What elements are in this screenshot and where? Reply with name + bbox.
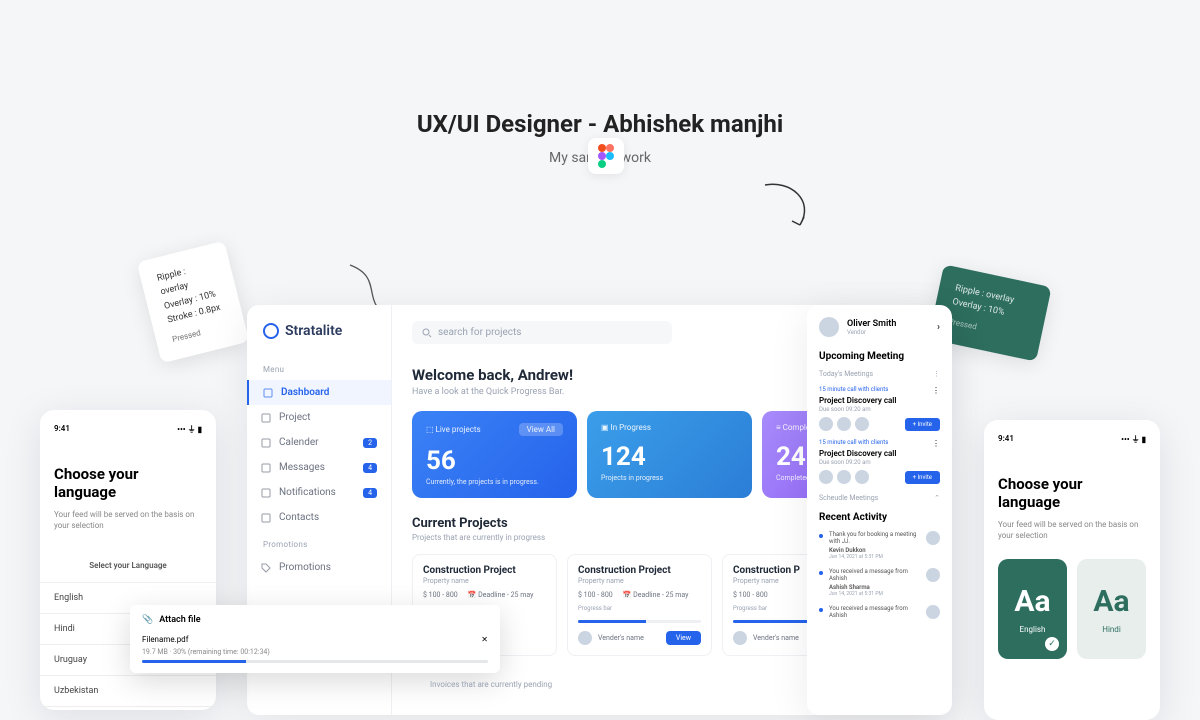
close-icon[interactable]: ✕ xyxy=(481,635,488,644)
upload-progress-text: 19.7 MB · 30% (remaining time: 00:12:34) xyxy=(142,648,488,656)
avatar xyxy=(926,531,940,545)
avatar xyxy=(819,317,839,337)
clock: 9:41 xyxy=(54,424,70,435)
brand-name: Stratalite xyxy=(285,323,342,339)
sidebar-item-label: Promotions xyxy=(279,562,331,573)
language-option[interactable]: Uzbekistan xyxy=(40,676,216,707)
section-title: Current Projects xyxy=(412,516,545,531)
avatar xyxy=(819,417,833,431)
menu-label: Promotions xyxy=(247,530,391,555)
clock: 9:41 xyxy=(998,434,1014,445)
figma-logo xyxy=(588,138,624,174)
right-panel: Oliver Smith Vendor › Upcoming Meeting T… xyxy=(807,305,952,715)
doodle-arrow-icon xyxy=(760,180,830,240)
more-icon[interactable]: ⋮ xyxy=(933,370,940,378)
avatar xyxy=(837,470,851,484)
phone-icon xyxy=(261,513,271,523)
sidebar-item-notifications[interactable]: Notifications4 xyxy=(247,480,391,505)
page-title: UX/UI Designer - Abhishek manjhi xyxy=(0,110,1200,138)
user-role: Vendor xyxy=(847,329,896,336)
paperclip-icon: 📎 xyxy=(142,615,153,625)
section-title: Upcoming Meeting xyxy=(819,351,940,362)
subheading: Your feed will be served on the basis on… xyxy=(54,509,202,531)
invoice-sub: Invoices that are currently pending xyxy=(430,680,552,689)
user-name: Oliver Smith xyxy=(847,319,896,329)
language-tile[interactable]: AaEnglish✓ xyxy=(998,559,1067,659)
check-icon: ✓ xyxy=(1045,637,1059,651)
chevron-right-icon[interactable]: › xyxy=(937,322,940,333)
status-icons: ••• ⏚ ▮ xyxy=(177,424,202,435)
avatar xyxy=(733,631,747,645)
invite-button[interactable]: + Invite xyxy=(905,471,940,484)
heading: Choose your language xyxy=(998,475,1146,511)
badge: 2 xyxy=(363,438,377,448)
label[interactable]: Scheudle Meetings xyxy=(819,494,878,502)
avatar xyxy=(855,470,869,484)
heading: Choose your language xyxy=(54,465,202,501)
grid-icon xyxy=(263,388,273,398)
sidebar-item-dashboard[interactable]: Dashboard xyxy=(247,380,391,405)
language-tile[interactable]: AaHindi xyxy=(1077,559,1146,659)
status-icons: ••• ⏚ ▮ xyxy=(1121,434,1146,445)
activity-item: Thank you for booking a meeting with JJ.… xyxy=(819,531,940,560)
chevron-up-icon[interactable]: ⌃ xyxy=(934,494,940,502)
filename: Filename.pdf xyxy=(142,635,188,644)
more-icon[interactable]: ⋮ xyxy=(932,386,940,395)
stat-card[interactable]: ⬚ Live projectsView All56Currently, the … xyxy=(412,411,577,498)
view-button[interactable]: View xyxy=(666,631,701,645)
popup-title: Attach file xyxy=(159,615,200,625)
search-placeholder: search for projects xyxy=(438,327,521,338)
subheading: Your feed will be served on the basis on… xyxy=(998,519,1146,541)
statusbar: 9:41 ••• ⏚ ▮ xyxy=(54,424,202,435)
statusbar: 9:41 ••• ⏚ ▮ xyxy=(998,434,1146,445)
progress-bar xyxy=(142,660,488,663)
chat-icon xyxy=(261,463,271,473)
user-card[interactable]: Oliver Smith Vendor › xyxy=(819,317,940,337)
sidebar-item-project[interactable]: Project xyxy=(247,405,391,430)
sidebar-item-promotions[interactable]: Promotions xyxy=(247,555,391,580)
avatar xyxy=(855,417,869,431)
menu-label: Menu xyxy=(247,355,391,380)
section-sub: Projects that are currently in progress xyxy=(412,533,545,542)
tag-icon xyxy=(261,563,271,573)
stat-value: 124 xyxy=(601,442,738,472)
activity-item: You received a message from AshishAshish… xyxy=(819,568,940,597)
bell-icon xyxy=(261,488,271,498)
brand-logo-icon xyxy=(263,323,279,339)
badge: 4 xyxy=(363,488,377,498)
badge: 4 xyxy=(363,463,377,473)
meeting-item: 15 minute call with clients⋮Project Disc… xyxy=(819,386,940,431)
calendar-icon xyxy=(261,438,271,448)
meeting-item: 15 minute call with clients⋮Project Disc… xyxy=(819,439,940,484)
annotation-card: Ripple : overlay Overlay : 10% Stroke : … xyxy=(137,241,250,364)
attach-file-popup: 📎 Attach file Filename.pdf ✕ 19.7 MB · 30… xyxy=(130,605,500,673)
select-language-label: Select your Language xyxy=(54,561,202,570)
search-input[interactable]: search for projects xyxy=(412,321,672,344)
more-icon[interactable]: ⋮ xyxy=(932,439,940,448)
sidebar-item-contacts[interactable]: Contacts xyxy=(247,505,391,530)
avatar xyxy=(578,631,592,645)
folder-icon xyxy=(261,413,271,423)
sidebar-item-calender[interactable]: Calender2 xyxy=(247,430,391,455)
avatar xyxy=(837,417,851,431)
invite-button[interactable]: + Invite xyxy=(905,418,940,431)
avatar xyxy=(926,605,940,619)
search-icon xyxy=(422,328,432,338)
avatar xyxy=(926,568,940,582)
sidebar-item-messages[interactable]: Messages4 xyxy=(247,455,391,480)
mobile-screen-languages-tiles: 9:41 ••• ⏚ ▮ Choose your language Your f… xyxy=(984,420,1160,720)
brand: Stratalite xyxy=(247,323,391,355)
stat-card[interactable]: ▣ In Progress124Projects in progress xyxy=(587,411,752,498)
section-title: Recent Activity xyxy=(819,512,940,523)
project-card[interactable]: Construction ProjectProperty name$ 100 -… xyxy=(567,554,712,656)
stat-value: 56 xyxy=(426,446,563,476)
view-all-button[interactable]: View All xyxy=(519,423,563,436)
avatar xyxy=(819,470,833,484)
label: Today's Meetings xyxy=(819,370,873,378)
activity-item: You received a message from Ashish xyxy=(819,605,940,619)
